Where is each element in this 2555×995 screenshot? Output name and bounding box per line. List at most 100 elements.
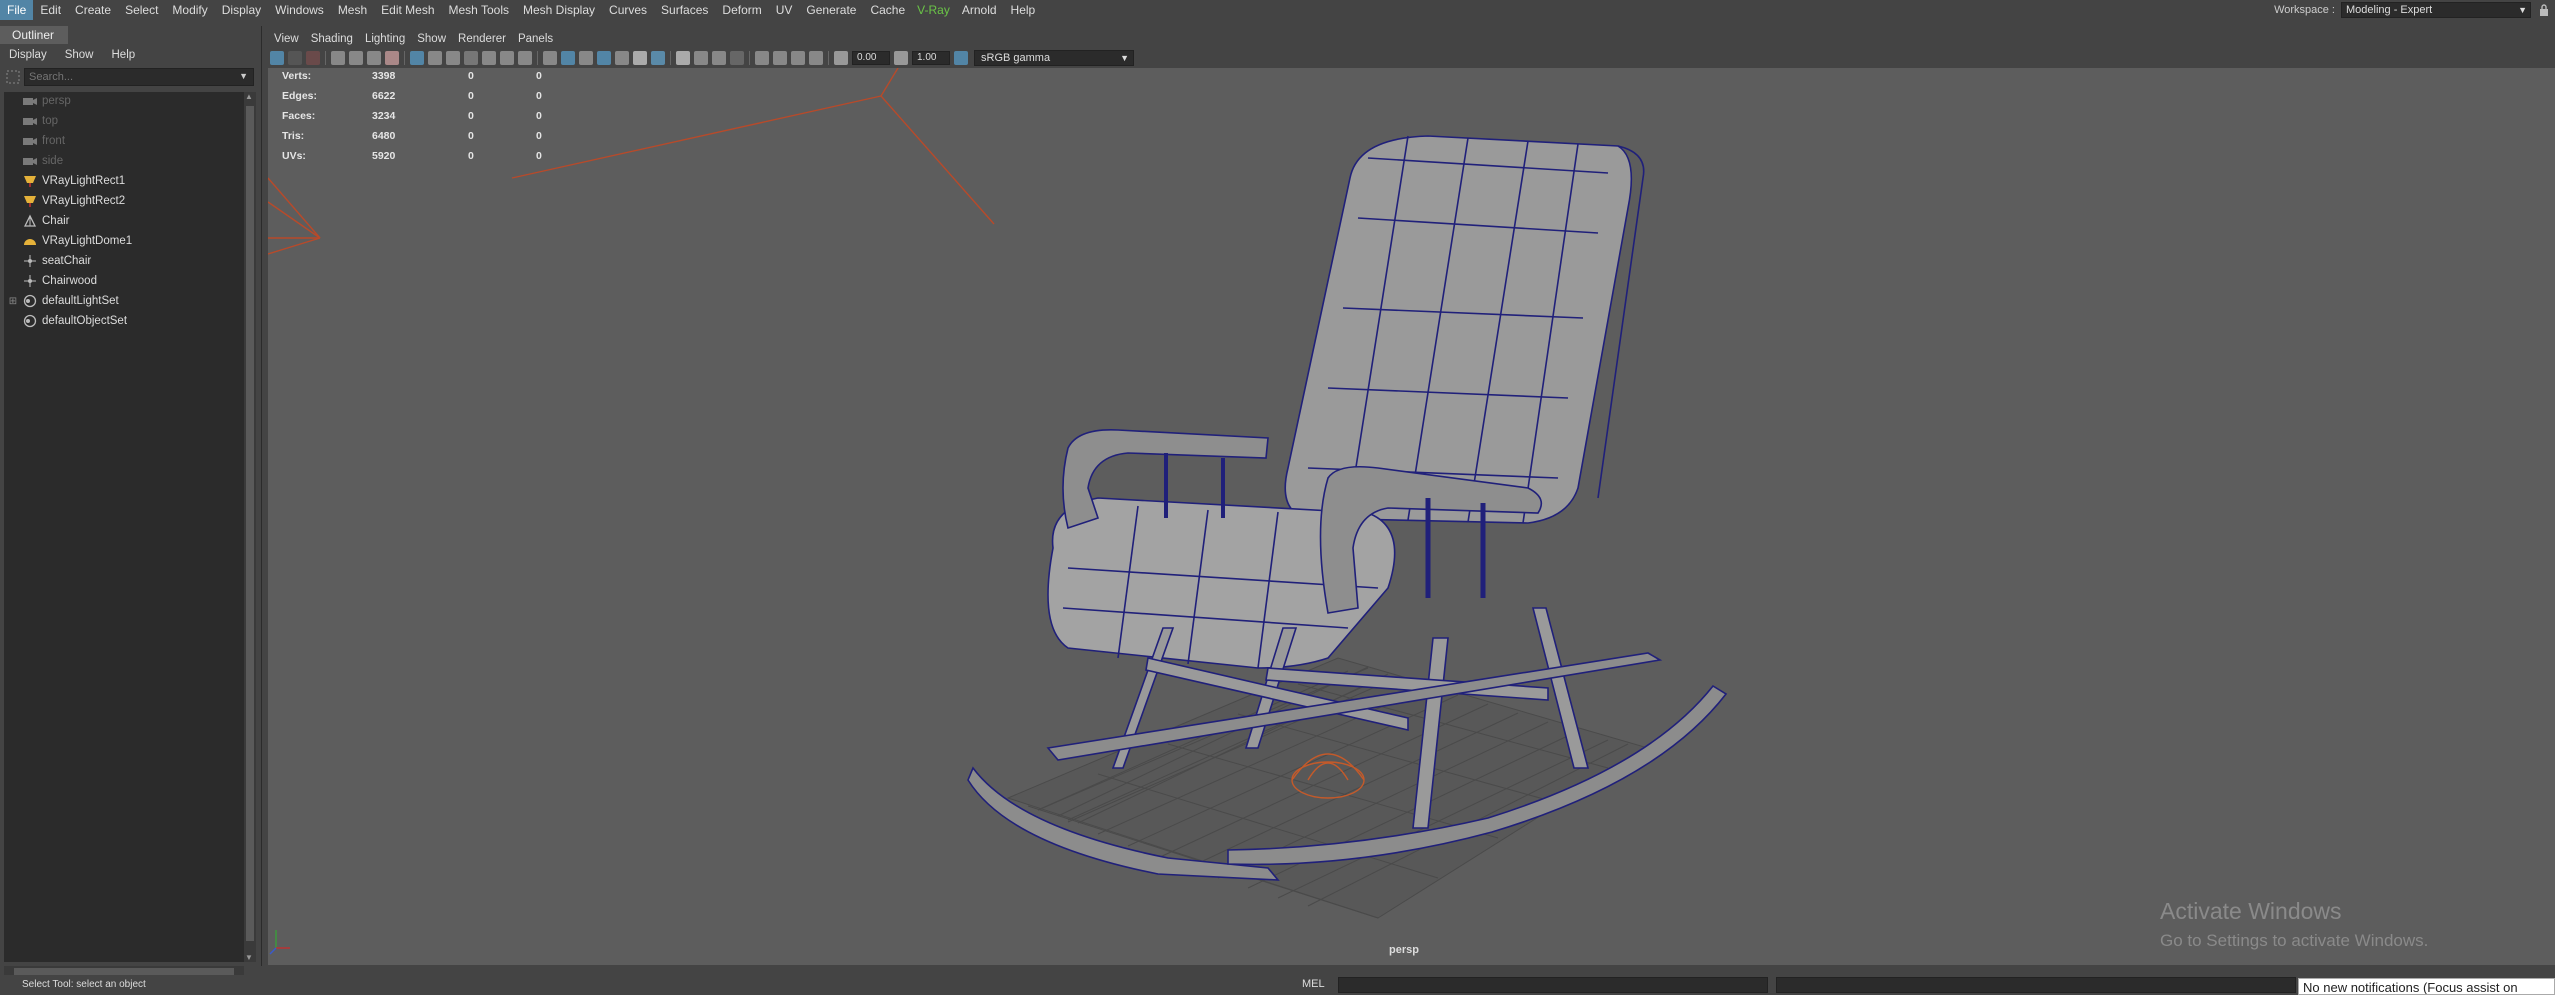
menu-mesh-display[interactable]: Mesh Display: [516, 0, 602, 20]
isolate-select-icon[interactable]: [755, 51, 769, 65]
camera-attributes-icon[interactable]: [331, 51, 345, 65]
outliner-item[interactable]: VRayLightRect1: [4, 172, 240, 190]
menu-curves[interactable]: Curves: [602, 0, 654, 20]
outliner-menu-show[interactable]: Show: [56, 46, 103, 64]
viewport-scene: [268, 68, 1728, 955]
outliner-item[interactable]: seatChair: [4, 252, 240, 270]
wireframe-on-shaded-icon[interactable]: [597, 51, 611, 65]
viewport-toolbar: 0.00 1.00 sRGB gamma ▼: [268, 48, 2555, 68]
gate-mask-icon[interactable]: [464, 51, 478, 65]
menu-surfaces[interactable]: Surfaces: [654, 0, 715, 20]
outliner-item[interactable]: VRayLightRect2: [4, 192, 240, 210]
hud-value: 0: [468, 70, 474, 82]
scroll-down-icon[interactable]: ▼: [245, 953, 253, 962]
textured-icon[interactable]: [615, 51, 629, 65]
grease-pencil-icon[interactable]: [385, 51, 399, 65]
use-all-lights-icon[interactable]: [633, 51, 647, 65]
field-chart-icon[interactable]: [482, 51, 496, 65]
image-plane-icon[interactable]: [349, 51, 363, 65]
outliner-menu-display[interactable]: Display: [0, 46, 56, 64]
outliner-item[interactable]: side: [4, 152, 240, 170]
gamma-icon[interactable]: [894, 51, 908, 65]
menu-file[interactable]: File: [0, 0, 34, 20]
xray-joints-icon[interactable]: [809, 51, 823, 65]
outliner-item-label: VRayLightDome1: [42, 235, 133, 247]
area-light-icon: [22, 194, 38, 208]
menu-generate[interactable]: Generate: [799, 0, 863, 20]
chevron-down-icon[interactable]: ▼: [239, 71, 248, 81]
outliner-menu-help[interactable]: Help: [103, 46, 145, 64]
menu-deform[interactable]: Deform: [715, 0, 768, 20]
menu-arnold[interactable]: Arnold: [955, 0, 1004, 20]
tab-outliner[interactable]: Outliner: [0, 26, 68, 44]
wireframe-icon[interactable]: [543, 51, 557, 65]
color-management-dropdown[interactable]: sRGB gamma ▼: [974, 50, 1134, 66]
outliner-item[interactable]: Chairwood: [4, 272, 240, 290]
filter-icon[interactable]: [4, 68, 24, 86]
search-input[interactable]: [24, 68, 254, 86]
shadows-icon[interactable]: [651, 51, 665, 65]
outliner-item[interactable]: Chair: [4, 212, 240, 230]
xray-icon[interactable]: [773, 51, 787, 65]
lock-camera-icon[interactable]: [288, 51, 302, 65]
film-gate-icon[interactable]: [428, 51, 442, 65]
menu-windows[interactable]: Windows: [268, 0, 331, 20]
viewport-menu-shading[interactable]: Shading: [305, 30, 359, 48]
scroll-up-icon[interactable]: ▲: [245, 92, 253, 101]
viewport-menu-lighting[interactable]: Lighting: [359, 30, 411, 48]
safe-title-icon[interactable]: [518, 51, 532, 65]
ambient-occlusion-icon[interactable]: [676, 51, 690, 65]
grid-icon[interactable]: [410, 51, 424, 65]
viewport-menu-show[interactable]: Show: [411, 30, 452, 48]
outliner-item[interactable]: front: [4, 132, 240, 150]
camera-icon: [22, 114, 38, 128]
anti-aliasing-icon[interactable]: [712, 51, 726, 65]
outliner-item[interactable]: ⊞ defaultLightSet: [4, 292, 240, 310]
mel-label[interactable]: MEL: [1302, 978, 1325, 990]
menu-cache[interactable]: Cache: [863, 0, 912, 20]
default-material-icon[interactable]: [579, 51, 593, 65]
depth-of-field-icon[interactable]: [730, 51, 744, 65]
menu-uv[interactable]: UV: [769, 0, 800, 20]
two-d-pan-zoom-icon[interactable]: [367, 51, 381, 65]
menu-edit-mesh[interactable]: Edit Mesh: [374, 0, 441, 20]
xray-active-icon[interactable]: [791, 51, 805, 65]
viewport-menu-renderer[interactable]: Renderer: [452, 30, 512, 48]
scrollbar-thumb[interactable]: [246, 106, 254, 941]
exposure-icon[interactable]: [834, 51, 848, 65]
menu-help[interactable]: Help: [1004, 0, 1043, 20]
viewport-menu-panels[interactable]: Panels: [512, 30, 559, 48]
safe-action-icon[interactable]: [500, 51, 514, 65]
expand-icon[interactable]: ⊞: [4, 296, 22, 307]
notification-toast[interactable]: No new notifications (Focus assist on: [2298, 978, 2555, 995]
menu-modify[interactable]: Modify: [165, 0, 214, 20]
smooth-shade-icon[interactable]: [561, 51, 575, 65]
outliner-item[interactable]: top: [4, 112, 240, 130]
menu-edit[interactable]: Edit: [33, 0, 68, 20]
vertical-scrollbar[interactable]: ▲ ▼: [244, 92, 256, 962]
select-camera-icon[interactable]: [270, 51, 284, 65]
color-management-icon[interactable]: [954, 51, 968, 65]
lock-icon[interactable]: [2537, 3, 2551, 17]
bookmark-icon[interactable]: [306, 51, 320, 65]
perspective-viewport[interactable]: Verts: 3398 0 0 Edges: 6622 0 0 Faces: 3234 0 0 Tris…: [268, 68, 2555, 965]
menu-display[interactable]: Display: [215, 0, 268, 20]
motion-blur-icon[interactable]: [694, 51, 708, 65]
outliner-item[interactable]: VRayLightDome1: [4, 232, 240, 250]
menu-create[interactable]: Create: [68, 0, 118, 20]
hud-value: 0: [468, 150, 474, 162]
menu-v-ray[interactable]: V-Ray: [912, 0, 955, 20]
hud-value: 3234: [372, 110, 396, 122]
resolution-gate-icon[interactable]: [446, 51, 460, 65]
viewport-menu-view[interactable]: View: [268, 30, 305, 48]
gamma-field[interactable]: 1.00: [912, 51, 950, 65]
outliner-item[interactable]: defaultObjectSet: [4, 312, 240, 330]
menu-mesh[interactable]: Mesh: [331, 0, 374, 20]
menu-mesh-tools[interactable]: Mesh Tools: [442, 0, 516, 20]
exposure-field[interactable]: 0.00: [852, 51, 890, 65]
menu-select[interactable]: Select: [118, 0, 165, 20]
outliner-item[interactable]: persp: [4, 92, 240, 110]
command-line-input[interactable]: [1338, 977, 1768, 993]
hud-value: 0: [536, 70, 542, 82]
workspace-dropdown[interactable]: Modeling - Expert ▼: [2341, 2, 2531, 18]
